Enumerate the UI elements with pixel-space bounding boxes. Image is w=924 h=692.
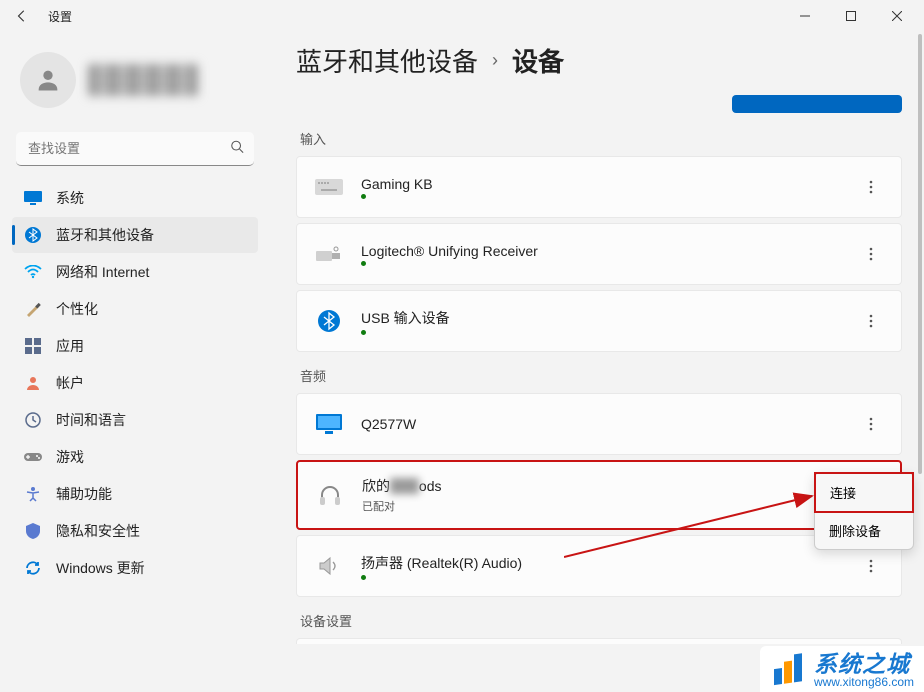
nav-accessibility[interactable]: 辅助功能	[12, 476, 258, 512]
sidebar: 系统 蓝牙和其他设备 网络和 Internet 个性化 应用 帐户	[0, 32, 270, 692]
more-button[interactable]	[857, 552, 885, 580]
more-button[interactable]	[857, 240, 885, 268]
device-status	[361, 575, 522, 580]
section-title-device-settings: 设备设置	[300, 611, 898, 630]
nav-list: 系统 蓝牙和其他设备 网络和 Internet 个性化 应用 帐户	[8, 180, 262, 586]
accessibility-icon	[24, 485, 42, 503]
titlebar: 设置	[0, 0, 924, 32]
device-name: 欣的Airpods	[362, 476, 441, 496]
wifi-icon	[24, 263, 42, 281]
menu-connect[interactable]: 连接	[814, 472, 914, 513]
status-dot-icon	[361, 330, 366, 335]
profile-name-redacted	[88, 64, 198, 96]
nav-label: 个性化	[56, 299, 98, 319]
status-dot-icon	[361, 194, 366, 199]
more-button[interactable]	[857, 173, 885, 201]
nav-label: 帐户	[56, 373, 84, 393]
section-title-audio: 音频	[300, 366, 898, 385]
speaker-icon	[313, 552, 345, 580]
bluetooth-icon	[24, 226, 42, 244]
nav-label: Windows 更新	[56, 558, 145, 578]
person-icon	[24, 374, 42, 392]
nav-system[interactable]: 系统	[12, 180, 258, 216]
device-card[interactable]: Q2577W	[296, 393, 902, 455]
chevron-right-icon: ›	[492, 50, 498, 71]
more-button[interactable]	[857, 410, 885, 438]
search-input[interactable]	[16, 132, 254, 166]
breadcrumb-parent[interactable]: 蓝牙和其他设备	[296, 42, 478, 79]
watermark-logo-icon	[768, 650, 808, 690]
search-icon	[230, 140, 244, 159]
nav-apps[interactable]: 应用	[12, 328, 258, 364]
shield-icon	[24, 522, 42, 540]
scrollbar[interactable]	[918, 34, 922, 674]
device-status	[361, 330, 450, 335]
watermark: 系统之城 www.xitong86.com	[760, 646, 924, 692]
nav-label: 辅助功能	[56, 484, 112, 504]
device-name: USB 输入设备	[361, 308, 450, 328]
nav-label: 蓝牙和其他设备	[56, 225, 154, 245]
nav-privacy[interactable]: 隐私和安全性	[12, 513, 258, 549]
status-dot-icon	[361, 261, 366, 266]
profile-section[interactable]	[8, 44, 262, 128]
back-button[interactable]	[12, 6, 32, 26]
device-status	[361, 194, 433, 199]
device-card[interactable]: 扬声器 (Realtek(R) Audio)	[296, 535, 902, 597]
nav-windows-update[interactable]: Windows 更新	[12, 550, 258, 586]
device-status: 已配对	[362, 498, 441, 514]
device-card[interactable]: Gaming KB	[296, 156, 902, 218]
search-box	[16, 132, 254, 166]
device-name: 扬声器 (Realtek(R) Audio)	[361, 553, 522, 573]
device-name: Logitech® Unifying Receiver	[361, 243, 538, 259]
menu-remove-device[interactable]: 删除设备	[815, 512, 913, 549]
brush-icon	[24, 300, 42, 318]
maximize-button[interactable]	[828, 0, 874, 32]
update-icon	[24, 559, 42, 577]
breadcrumb-current: 设备	[512, 42, 564, 79]
nav-label: 应用	[56, 336, 84, 356]
watermark-title: 系统之城	[814, 652, 914, 676]
device-status	[361, 261, 538, 266]
receiver-icon	[313, 240, 345, 268]
watermark-url: www.xitong86.com	[814, 676, 914, 689]
nav-bluetooth[interactable]: 蓝牙和其他设备	[12, 217, 258, 253]
device-name: Gaming KB	[361, 176, 433, 192]
nav-label: 游戏	[56, 447, 84, 467]
bluetooth-circle-icon	[313, 307, 345, 335]
nav-time-language[interactable]: 时间和语言	[12, 402, 258, 438]
add-device-button-partial[interactable]	[732, 95, 902, 113]
keyboard-icon	[313, 173, 345, 201]
close-button[interactable]	[874, 0, 920, 32]
nav-personalization[interactable]: 个性化	[12, 291, 258, 327]
more-button[interactable]	[857, 307, 885, 335]
breadcrumb: 蓝牙和其他设备 › 设备	[296, 38, 902, 79]
apps-icon	[24, 337, 42, 355]
context-menu: 连接 删除设备	[814, 472, 914, 550]
nav-label: 系统	[56, 188, 84, 208]
avatar	[20, 52, 76, 108]
device-card[interactable]: USB 输入设备	[296, 290, 902, 352]
gamepad-icon	[24, 448, 42, 466]
status-dot-icon	[361, 575, 366, 580]
minimize-button[interactable]	[782, 0, 828, 32]
nav-label: 时间和语言	[56, 410, 126, 430]
nav-network[interactable]: 网络和 Internet	[12, 254, 258, 290]
device-card-highlighted[interactable]: 欣的Airpods 已配对	[296, 460, 902, 530]
device-card[interactable]: Logitech® Unifying Receiver	[296, 223, 902, 285]
nav-gaming[interactable]: 游戏	[12, 439, 258, 475]
device-name: Q2577W	[361, 416, 416, 432]
monitor-icon	[24, 189, 42, 207]
headphones-icon	[314, 481, 346, 509]
nav-label: 网络和 Internet	[56, 262, 149, 282]
section-title-input: 输入	[300, 129, 898, 148]
content-area: 蓝牙和其他设备 › 设备 输入 Gaming KB Logitech® Unif…	[270, 32, 924, 692]
window-title: 设置	[48, 8, 72, 25]
nav-accounts[interactable]: 帐户	[12, 365, 258, 401]
nav-label: 隐私和安全性	[56, 521, 140, 541]
monitor-icon	[313, 410, 345, 438]
clock-icon	[24, 411, 42, 429]
